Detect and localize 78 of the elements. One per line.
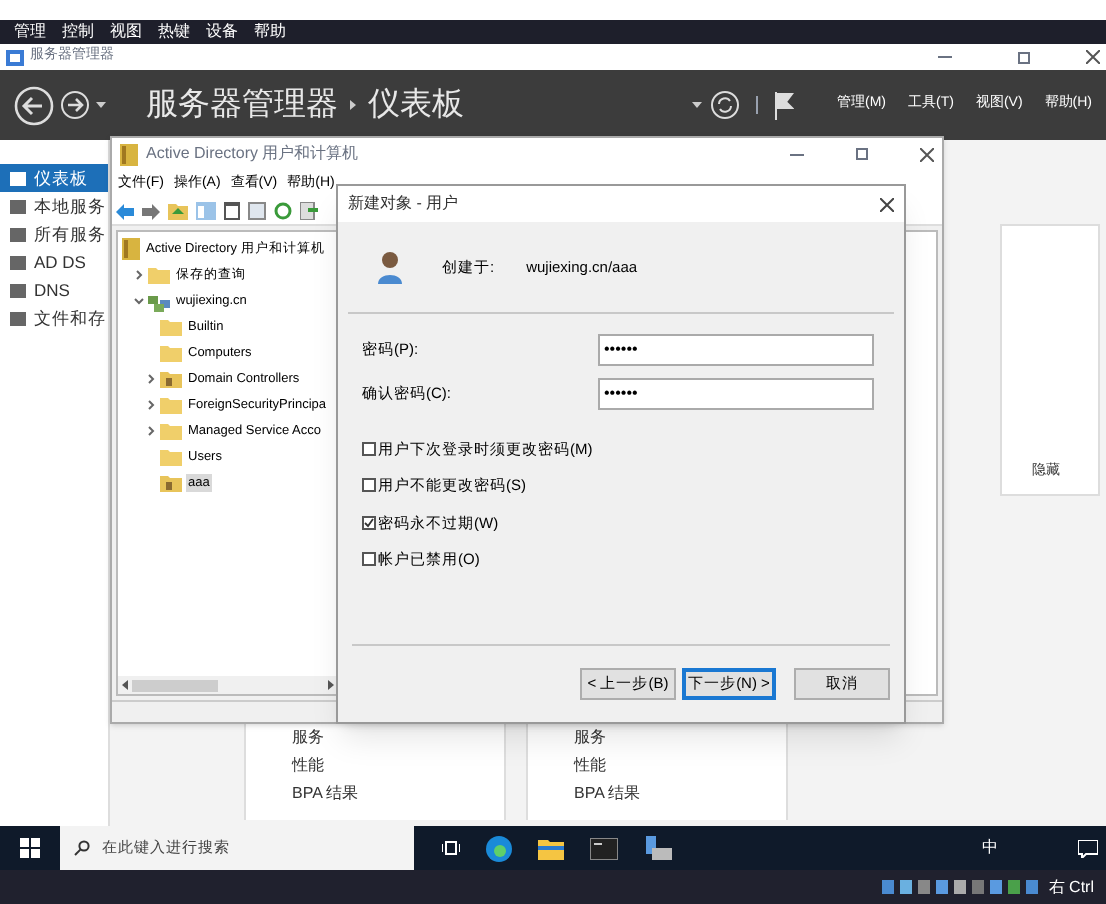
window-title: Active Directory 用户和计算机: [146, 142, 359, 166]
horizontal-scrollbar[interactable]: [118, 676, 338, 694]
folder-icon: [160, 448, 182, 466]
folder-icon: [160, 422, 182, 440]
user-icon: [378, 250, 402, 284]
tile-link[interactable]: BPA 结果: [574, 784, 786, 804]
dropdown-caret-icon[interactable]: [692, 102, 703, 108]
checkbox[interactable]: [362, 478, 376, 493]
windows-start-icon[interactable]: [20, 838, 40, 858]
password-field[interactable]: ••••••: [598, 378, 874, 410]
tile-link[interactable]: BPA 结果: [292, 784, 504, 804]
menu-item[interactable]: 热键: [158, 20, 190, 44]
close-icon[interactable]: [920, 147, 934, 161]
server-manager-icon[interactable]: [644, 836, 672, 860]
folder-icon: [160, 370, 182, 388]
folder-icon: [160, 396, 182, 414]
host-key-label: 右 Ctrl: [1048, 875, 1094, 899]
properties-icon[interactable]: [248, 202, 266, 220]
server-manager-icon: [6, 49, 24, 65]
tile-link[interactable]: 服务: [574, 728, 786, 748]
dropdown-caret-icon[interactable]: [96, 102, 106, 108]
close-icon[interactable]: [1086, 50, 1100, 64]
forward-icon[interactable]: [60, 90, 90, 120]
scrollbar-thumb[interactable]: [132, 679, 218, 691]
up-folder-icon[interactable]: [168, 202, 188, 220]
domain-icon: [148, 291, 170, 311]
checkbox[interactable]: [362, 551, 376, 566]
folder-icon: [160, 318, 182, 336]
menu-item[interactable]: 帮助: [254, 20, 286, 44]
tile-link[interactable]: 服务: [292, 728, 504, 748]
back-icon[interactable]: [14, 85, 54, 125]
browser-icon[interactable]: [486, 835, 512, 861]
maximize-icon[interactable]: [1018, 51, 1030, 63]
collapse-chevron-icon[interactable]: [134, 296, 144, 306]
expand-chevron-icon[interactable]: [146, 374, 156, 384]
tile-link[interactable]: 性能: [292, 756, 504, 776]
breadcrumb-item: 仪表板: [368, 85, 464, 125]
book-icon: [122, 238, 140, 260]
close-icon[interactable]: [880, 197, 894, 211]
breadcrumb-item[interactable]: 服务器管理器: [146, 81, 338, 129]
checkbox[interactable]: [362, 515, 376, 530]
expand-chevron-icon[interactable]: [146, 426, 156, 436]
task-view-icon[interactable]: [442, 840, 460, 856]
export-icon[interactable]: [300, 202, 318, 220]
dialog-title: 新建对象 - 用户: [348, 192, 459, 216]
input-method-indicator[interactable]: 中: [982, 836, 998, 860]
sidebar-item[interactable]: AD DS: [0, 248, 108, 276]
menu-item[interactable]: 设备: [206, 20, 238, 44]
tile-link[interactable]: 性能: [574, 756, 786, 776]
terminal-icon[interactable]: [590, 837, 618, 859]
maximize-icon[interactable]: [856, 148, 868, 160]
folder-icon: [148, 266, 170, 284]
menu-item[interactable]: 视图: [110, 20, 142, 44]
folder-icon: [160, 344, 182, 362]
breadcrumb-separator-icon: [350, 100, 356, 110]
expand-chevron-icon[interactable]: [134, 270, 144, 280]
book-icon: [120, 143, 138, 165]
sidebar-item[interactable]: 仪表板: [0, 164, 108, 192]
expand-chevron-icon[interactable]: [146, 400, 156, 410]
sidebar-item[interactable]: 所有服务: [0, 220, 108, 248]
menu-item[interactable]: 控制: [62, 20, 94, 44]
folder-icon[interactable]: [538, 837, 564, 859]
password-field[interactable]: ••••••: [598, 334, 874, 366]
folder-icon: [160, 474, 182, 492]
back-arrow-icon[interactable]: [116, 203, 134, 219]
menu-item[interactable]: 管理: [14, 20, 46, 44]
sidebar-item[interactable]: 本地服务: [0, 192, 108, 220]
scroll-left-icon[interactable]: [122, 680, 128, 690]
checkbox[interactable]: [362, 442, 376, 457]
sidebar-item[interactable]: 文件和存: [0, 304, 108, 332]
forward-arrow-icon[interactable]: [142, 203, 160, 219]
refresh-icon[interactable]: [274, 202, 292, 220]
flag-icon[interactable]: [774, 91, 795, 119]
notification-icon[interactable]: [1078, 839, 1098, 857]
minimize-icon[interactable]: [790, 153, 804, 155]
sidebar-item[interactable]: DNS: [0, 276, 108, 304]
clipboard-icon[interactable]: [224, 202, 240, 220]
search-icon: [74, 840, 90, 856]
